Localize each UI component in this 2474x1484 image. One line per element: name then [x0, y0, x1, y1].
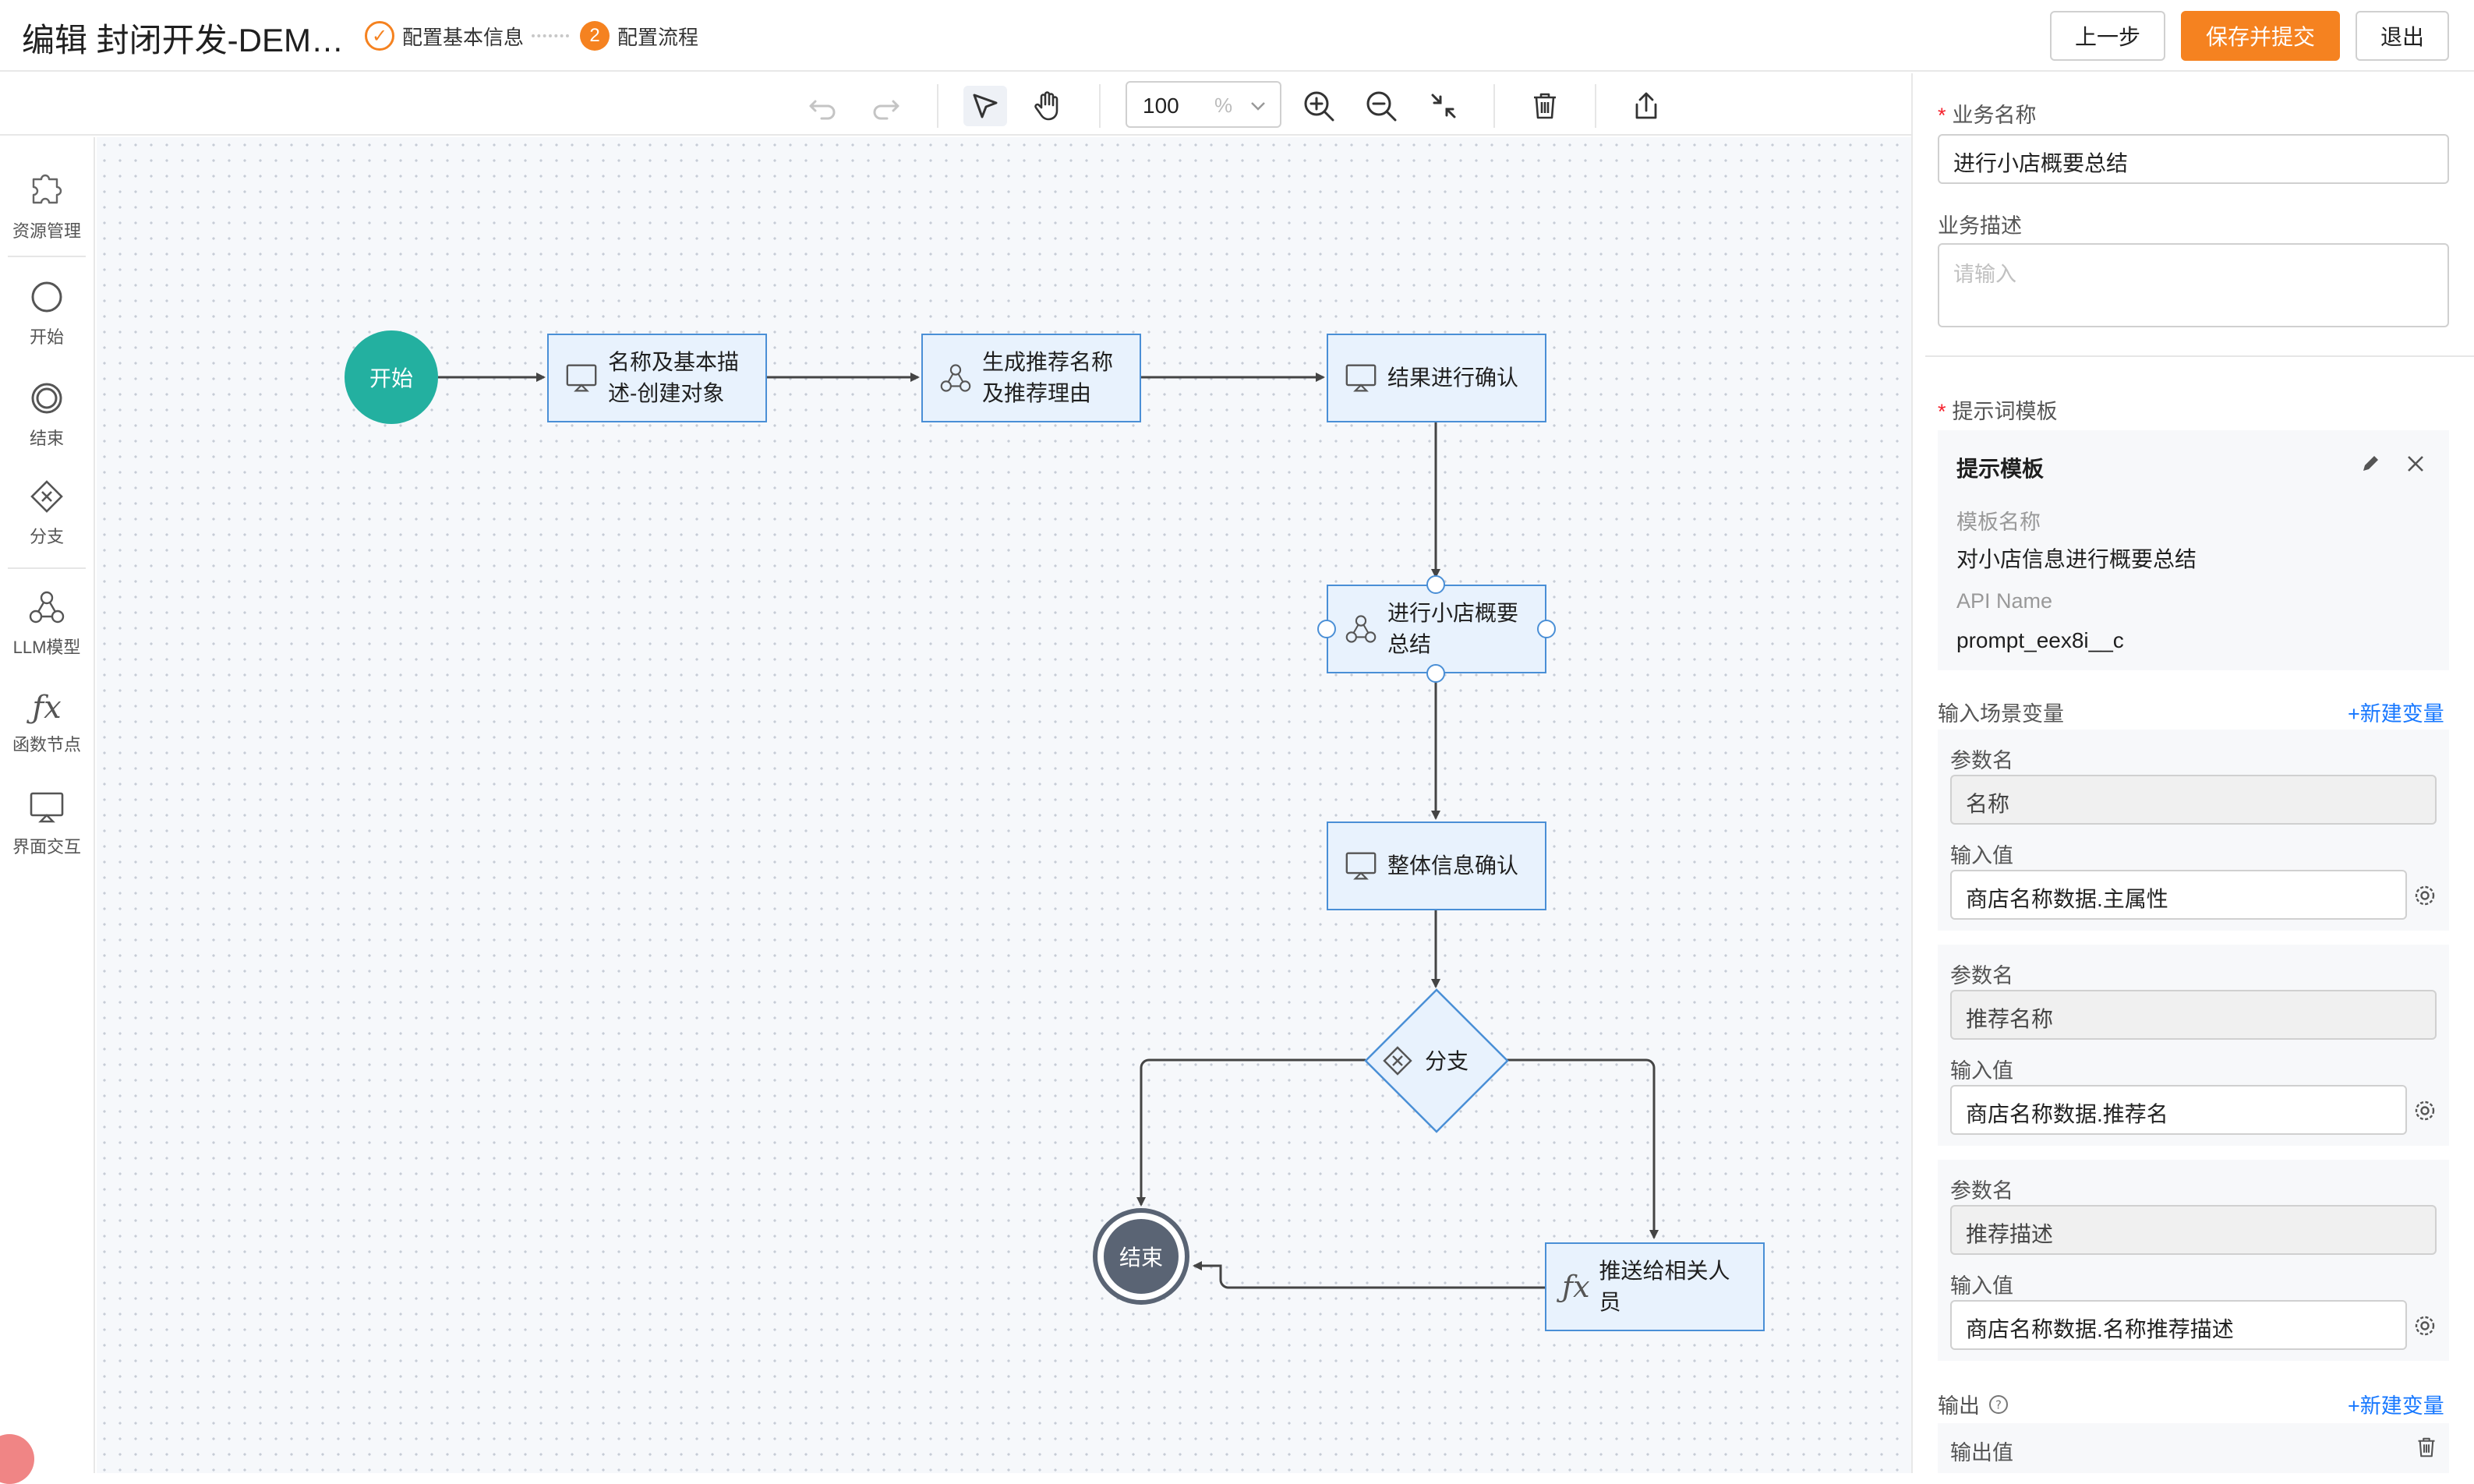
- branch-label: 分支: [1425, 1049, 1469, 1073]
- gear-icon[interactable]: [2412, 882, 2438, 909]
- param-value-input[interactable]: 商店名称数据.主属性: [1950, 870, 2407, 920]
- svg-text:?: ?: [1995, 1397, 2002, 1412]
- output-group: [1938, 1423, 2449, 1473]
- template-name-value: 对小店信息进行概要总结: [1956, 547, 2197, 571]
- flow-node-confirm-result[interactable]: 结果进行确认: [1327, 334, 1546, 422]
- param-name-input[interactable]: 名称: [1950, 775, 2437, 825]
- api-name-label: API Name: [1956, 589, 2053, 613]
- template-name-label: 模板名称: [1956, 511, 2041, 534]
- monitor-icon: [1345, 364, 1377, 392]
- param-value-label: 输入值: [1950, 1274, 2013, 1298]
- output-value-label: 输出值: [1950, 1441, 2013, 1465]
- api-name-value: prompt_eex8i__c: [1956, 628, 2124, 652]
- biz-desc-label: 业务描述: [1938, 214, 2022, 238]
- node-label: 整体信息确认: [1387, 853, 1519, 878]
- flow-node-name-description[interactable]: 名称及基本描 述-创建对象: [547, 334, 767, 422]
- gear-icon[interactable]: [2412, 1097, 2438, 1124]
- flow-end-node[interactable]: 结束: [1097, 1213, 1185, 1300]
- param-value-label: 输入值: [1950, 1059, 2013, 1083]
- input-vars-label: 输入场景变量: [1938, 702, 2064, 726]
- param-value-label: 输入值: [1950, 844, 2013, 867]
- edge-node6-end: [1193, 1261, 1545, 1289]
- node-label-line: 生成推荐名称: [982, 350, 1114, 374]
- biz-desc-textarea[interactable]: 请输入: [1938, 243, 2449, 327]
- connection-port-right[interactable]: [1537, 620, 1556, 638]
- flow-node-confirm-overall[interactable]: 整体信息确认: [1327, 822, 1546, 910]
- param-name-label: 参数名: [1950, 1179, 2013, 1203]
- node-label-line: 名称及基本描: [608, 350, 740, 374]
- flow-start-node[interactable]: 开始: [345, 330, 438, 424]
- node-label-line: 进行小店概要: [1387, 601, 1519, 625]
- node-label-line: 总结: [1387, 632, 1432, 656]
- flow-node-generate-recommendation[interactable]: 生成推荐名称 及推荐理由: [921, 334, 1141, 422]
- section-divider: [1925, 355, 2474, 357]
- template-card-title: 提示模板: [1956, 457, 2045, 481]
- prompt-template-label: * 提示词模板: [1938, 400, 2058, 423]
- trash-icon[interactable]: [2415, 1436, 2438, 1459]
- param-name-label: 参数名: [1950, 964, 2013, 988]
- flow-node-store-summary[interactable]: 进行小店概要 总结: [1327, 585, 1546, 673]
- llm-icon: [940, 364, 971, 392]
- node-label-line: 述-创建对象: [608, 381, 725, 405]
- close-icon[interactable]: [2404, 452, 2427, 475]
- node-label-line: 员: [1599, 1290, 1621, 1314]
- connection-port-bottom[interactable]: [1426, 664, 1445, 683]
- node-label-line: 推送给相关人: [1599, 1259, 1730, 1283]
- add-output-var-link[interactable]: +新建变量: [2348, 1389, 2444, 1419]
- flow-node-push-notify[interactable]: ƒx 推送给相关人员: [1545, 1242, 1765, 1331]
- connection-port-left[interactable]: [1317, 620, 1336, 638]
- help-question-icon[interactable]: ?: [1988, 1394, 2009, 1415]
- node-label: 结果进行确认: [1387, 366, 1519, 390]
- fx-icon: ƒx: [1562, 1270, 1590, 1304]
- param-name-label: 参数名: [1950, 749, 2013, 772]
- biz-name-input[interactable]: 进行小店概要总结: [1938, 134, 2449, 184]
- param-name-input[interactable]: 推荐名称: [1950, 990, 2437, 1040]
- param-name-input[interactable]: 推荐描述: [1950, 1205, 2437, 1255]
- output-label: 输出 ?: [1938, 1389, 2009, 1419]
- node-label-line: 及推荐理由: [982, 381, 1092, 405]
- edge-branch-end: [1136, 1058, 1366, 1207]
- biz-name-label: * 业务名称: [1938, 104, 2037, 127]
- gear-icon[interactable]: [2412, 1313, 2438, 1339]
- monitor-icon: [566, 364, 597, 392]
- param-value-input[interactable]: 商店名称数据.推荐名: [1950, 1085, 2407, 1135]
- llm-icon: [1345, 615, 1377, 643]
- edit-pencil-icon[interactable]: [2359, 452, 2382, 475]
- connection-port-top[interactable]: [1426, 575, 1445, 594]
- edge-branch-node6: [1506, 1058, 1659, 1239]
- add-input-var-link[interactable]: +新建变量: [2348, 697, 2444, 727]
- param-value-input[interactable]: 商店名称数据.名称推荐描述: [1950, 1300, 2407, 1350]
- monitor-icon: [1345, 852, 1377, 880]
